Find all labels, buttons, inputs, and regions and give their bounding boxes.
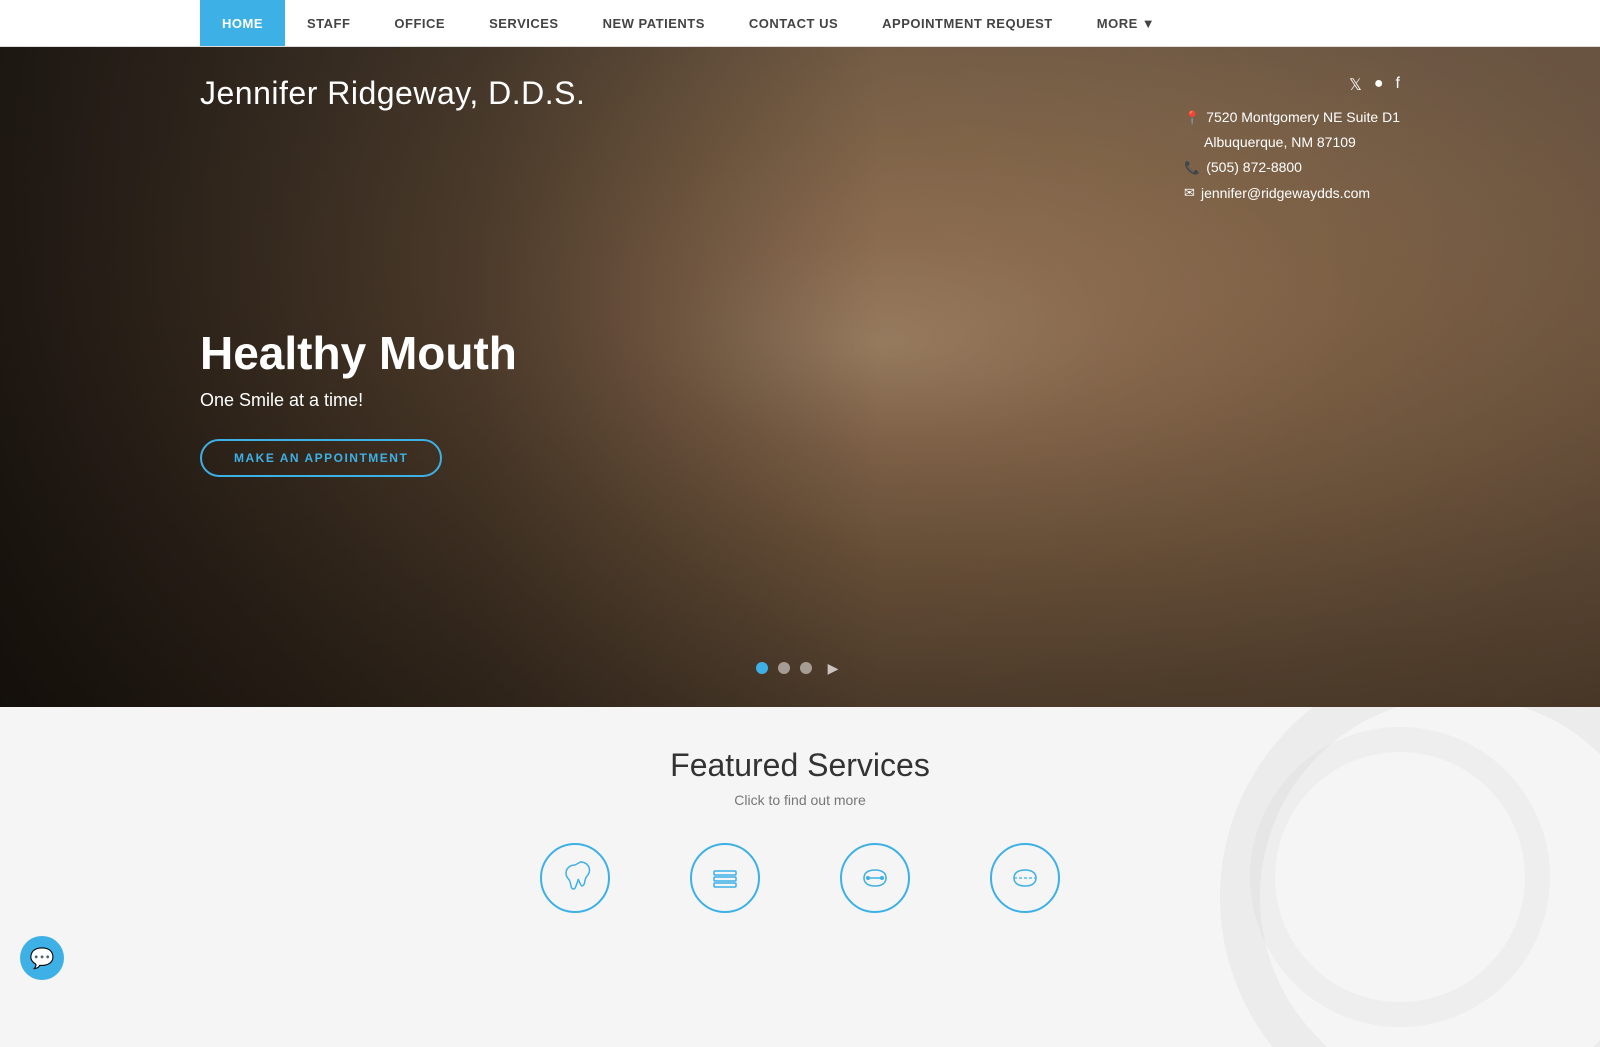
aligner-icon (1008, 861, 1042, 895)
restorative-icon-circle (840, 843, 910, 913)
slider-play-button[interactable]: ▶ (822, 657, 844, 679)
hero-contact-block: 𝕏 ● f 📍 7520 Montgomery NE Suite D1 Albu… (1184, 75, 1400, 206)
address-line2-row: Albuquerque, NM 87109 (1184, 130, 1400, 155)
cosmetic-icon-circle (690, 843, 760, 913)
make-appointment-button[interactable]: MAKE AN APPOINTMENT (200, 439, 442, 477)
nav-item-office[interactable]: OFFICE (372, 0, 467, 46)
slider-dot-2[interactable] (778, 662, 790, 674)
site-title: Jennifer Ridgeway, D.D.S. (200, 75, 585, 112)
hero-top-bar: Jennifer Ridgeway, D.D.S. 𝕏 ● f 📍 7520 M… (200, 47, 1400, 206)
orthodontics-icon-circle (990, 843, 1060, 913)
nav-item-more[interactable]: MORE ▼ (1075, 0, 1177, 46)
chevron-down-icon: ▼ (1142, 16, 1155, 31)
address-row: 📍 7520 Montgomery NE Suite D1 (1184, 105, 1400, 130)
services-grid (200, 843, 1400, 923)
facebook-icon[interactable]: f (1396, 75, 1400, 95)
featured-services-subtitle: Click to find out more (200, 792, 1400, 808)
featured-services-section: Featured Services Click to find out more (0, 707, 1600, 1047)
email-address[interactable]: jennifer@ridgewaydds.com (1201, 181, 1370, 206)
rss-icon[interactable]: ● (1374, 75, 1384, 95)
phone-number[interactable]: (505) 872-8800 (1206, 155, 1302, 180)
hero-content: Jennifer Ridgeway, D.D.S. 𝕏 ● f 📍 7520 M… (0, 47, 1600, 707)
contact-info: 📍 7520 Montgomery NE Suite D1 Albuquerqu… (1184, 105, 1400, 206)
nav-item-home[interactable]: HOME (200, 0, 285, 46)
address-line1: 7520 Montgomery NE Suite D1 (1206, 105, 1400, 130)
layers-icon (708, 861, 742, 895)
tooth-icon (558, 861, 592, 895)
featured-services-title: Featured Services (200, 747, 1400, 784)
service-item-preventive[interactable] (540, 843, 610, 923)
nav-item-appointment-request[interactable]: APPOINTMENT REQUEST (860, 0, 1075, 46)
featured-inner: Featured Services Click to find out more (200, 747, 1400, 923)
hero-subheading: One Smile at a time! (200, 390, 1400, 411)
phone-icon: 📞 (1184, 156, 1200, 179)
nav-item-contact-us[interactable]: CONTACT US (727, 0, 860, 46)
nav-item-services[interactable]: SERVICES (467, 0, 581, 46)
service-item-restorative[interactable] (840, 843, 910, 923)
hero-heading: Healthy Mouth (200, 326, 1400, 380)
location-icon: 📍 (1184, 106, 1200, 129)
address-line2: Albuquerque, NM 87109 (1204, 130, 1356, 155)
preventive-icon-circle (540, 843, 610, 913)
main-navigation: HOME STAFF OFFICE SERVICES NEW PATIENTS … (0, 0, 1600, 47)
chat-button[interactable]: 💬 (20, 936, 64, 980)
email-icon: ✉ (1184, 181, 1195, 204)
service-item-cosmetic[interactable] (690, 843, 760, 923)
email-row: ✉ jennifer@ridgewaydds.com (1184, 181, 1400, 206)
hero-section: Jennifer Ridgeway, D.D.S. 𝕏 ● f 📍 7520 M… (0, 47, 1600, 707)
chat-icon: 💬 (30, 946, 55, 971)
social-icons: 𝕏 ● f (1184, 75, 1400, 95)
nav-item-staff[interactable]: STAFF (285, 0, 372, 46)
slider-dot-3[interactable] (800, 662, 812, 674)
slider-controls: ▶ (756, 657, 844, 679)
phone-row: 📞 (505) 872-8800 (1184, 155, 1400, 180)
twitter-icon[interactable]: 𝕏 (1349, 75, 1362, 95)
nav-item-new-patients[interactable]: NEW PATIENTS (581, 0, 727, 46)
slider-dot-1[interactable] (756, 662, 768, 674)
hero-main-content: Healthy Mouth One Smile at a time! MAKE … (200, 326, 1400, 477)
retainer-icon (858, 861, 892, 895)
service-item-orthodontics[interactable] (990, 843, 1060, 923)
